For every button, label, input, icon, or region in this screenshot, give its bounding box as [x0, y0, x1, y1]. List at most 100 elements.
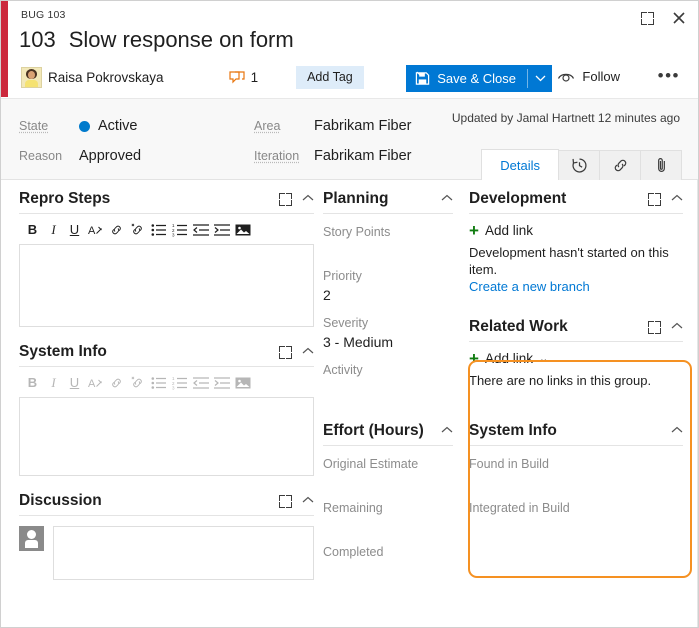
discussion-header: Discussion [19, 492, 314, 516]
field-severity: Severity 3 - Medium [323, 314, 453, 352]
related-work-add-link-button[interactable]: + Add link ⌄ [469, 351, 683, 366]
window-controls [636, 7, 690, 29]
planning-header: Planning [323, 190, 453, 214]
priority-label: Priority [323, 267, 453, 285]
original-estimate-label: Original Estimate [323, 455, 453, 473]
area-field-value[interactable]: Fabrikam Fiber [314, 118, 412, 134]
add-tag-button[interactable]: Add Tag [296, 66, 364, 89]
planning-title: Planning [323, 190, 388, 208]
state-field-text: Active [98, 118, 138, 134]
indent-icon[interactable] [212, 220, 231, 239]
priority-value[interactable]: 2 [323, 285, 453, 305]
unlink-icon[interactable] [128, 220, 147, 239]
work-item-meta-row: Raisa Pokrovskaya 1 Add Tag [21, 66, 364, 89]
chevron-up-icon[interactable] [302, 496, 314, 507]
save-options-button[interactable] [528, 65, 552, 92]
expand-icon[interactable] [279, 495, 292, 508]
body-scrollbar[interactable] [692, 180, 698, 628]
chevron-up-icon[interactable] [441, 426, 453, 437]
bullet-list-icon[interactable] [149, 373, 168, 392]
expand-dialog-button[interactable] [636, 7, 658, 29]
chevron-up-icon[interactable] [671, 426, 683, 437]
remaining-value[interactable] [323, 517, 453, 534]
tab-attachments[interactable] [640, 150, 682, 180]
tab-details-label: Details [500, 158, 540, 173]
insert-image-icon[interactable] [233, 220, 252, 239]
clear-format-icon[interactable]: A [86, 220, 105, 239]
chevron-up-icon[interactable] [671, 194, 683, 205]
chevron-down-icon[interactable]: ⌄ [539, 352, 548, 365]
chevron-up-icon[interactable] [302, 347, 314, 358]
work-item-type-label: BUG 103 [21, 9, 66, 21]
indent-icon[interactable] [212, 373, 231, 392]
development-add-link-button[interactable]: + Add link [469, 223, 683, 238]
expand-icon[interactable] [648, 321, 661, 334]
expand-icon[interactable] [279, 346, 292, 359]
link-icon[interactable] [107, 220, 126, 239]
follow-button[interactable]: Follow [557, 69, 620, 84]
right-column: Development + Add link Development hasn'… [469, 190, 683, 534]
tab-history[interactable] [558, 150, 600, 180]
completed-label: Completed [323, 543, 453, 561]
numbered-list-icon[interactable]: 123 [170, 220, 189, 239]
close-dialog-button[interactable] [668, 7, 690, 29]
bold-icon[interactable]: B [23, 220, 42, 239]
outdent-icon[interactable] [191, 220, 210, 239]
expand-icon[interactable] [648, 193, 661, 206]
links-icon [612, 157, 629, 174]
italic-icon[interactable]: I [44, 220, 63, 239]
underline-icon[interactable]: U [65, 373, 84, 392]
work-item-title-row: 103 Slow response on form [19, 27, 294, 53]
link-icon[interactable] [107, 373, 126, 392]
system-info-input[interactable] [19, 397, 314, 476]
found-in-build-value[interactable] [469, 473, 683, 490]
italic-icon[interactable]: I [44, 373, 63, 392]
chevron-up-icon[interactable] [302, 194, 314, 205]
insert-image-icon[interactable] [233, 373, 252, 392]
group-effort: Effort (Hours) Original Estimate Remaini… [323, 422, 453, 578]
reason-field-value[interactable]: Approved [79, 148, 254, 164]
completed-value[interactable] [323, 561, 453, 578]
development-empty-text: Development hasn't started on this item. [469, 244, 683, 278]
bullet-list-icon[interactable] [149, 220, 168, 239]
state-field-value[interactable]: Active [79, 118, 254, 134]
left-column: Repro Steps B I U A [19, 190, 314, 580]
numbered-list-icon[interactable]: 123 [170, 373, 189, 392]
work-item-title[interactable]: Slow response on form [69, 27, 294, 53]
related-work-empty-text: There are no links in this group. [469, 372, 683, 389]
eye-icon [557, 71, 575, 83]
effort-header: Effort (Hours) [323, 422, 453, 446]
iteration-field-value[interactable]: Fabrikam Fiber [314, 148, 412, 164]
state-fields-grid: State Active Area Fabrikam Fiber Reason … [19, 111, 412, 171]
original-estimate-value[interactable] [323, 473, 453, 490]
repro-steps-input[interactable] [19, 244, 314, 327]
more-actions-button[interactable]: ••• [658, 71, 680, 81]
tab-details[interactable]: Details [481, 149, 559, 180]
tab-links[interactable] [599, 150, 641, 180]
outdent-icon[interactable] [191, 373, 210, 392]
activity-value[interactable] [323, 379, 453, 396]
right-system-info-title: System Info [469, 422, 557, 440]
clear-format-icon[interactable]: A [86, 373, 105, 392]
severity-value[interactable]: 3 - Medium [323, 332, 453, 352]
chevron-up-icon[interactable] [671, 322, 683, 333]
expand-icon[interactable] [279, 193, 292, 206]
discussion-input[interactable] [53, 526, 314, 580]
integrated-in-build-value[interactable] [469, 517, 683, 534]
field-activity: Activity [323, 361, 453, 396]
unlink-icon[interactable] [128, 373, 147, 392]
comment-count-button[interactable]: 1 [229, 70, 259, 85]
chevron-up-icon[interactable] [441, 194, 453, 205]
follow-label: Follow [582, 69, 620, 84]
assigned-to-name[interactable]: Raisa Pokrovskaya [48, 70, 164, 85]
save-and-close-button[interactable]: Save & Close [406, 65, 552, 92]
underline-icon[interactable]: U [65, 220, 84, 239]
development-add-link-label: Add link [485, 223, 533, 238]
bold-icon[interactable]: B [23, 373, 42, 392]
avatar-icon [19, 526, 44, 551]
middle-column: Planning Story Points Priority 2 Severit… [323, 190, 453, 578]
group-discussion: Discussion [19, 492, 314, 580]
create-new-branch-link[interactable]: Create a new branch [469, 278, 683, 296]
story-points-value[interactable] [323, 241, 453, 258]
discussion-title: Discussion [19, 492, 102, 510]
